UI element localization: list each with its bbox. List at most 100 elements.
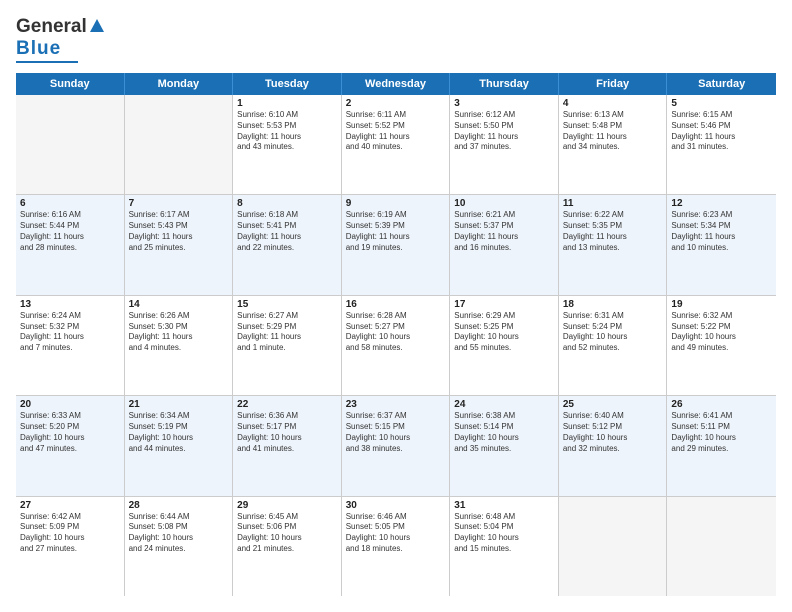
day-number: 8 bbox=[237, 198, 337, 209]
day-number: 10 bbox=[454, 198, 554, 209]
day-details: Sunrise: 6:18 AM Sunset: 5:41 PM Dayligh… bbox=[237, 210, 337, 253]
calendar-empty bbox=[16, 95, 125, 194]
day-header-saturday: Saturday bbox=[667, 73, 776, 95]
day-number: 16 bbox=[346, 299, 446, 310]
calendar-week-2: 6Sunrise: 6:16 AM Sunset: 5:44 PM Daylig… bbox=[16, 195, 776, 295]
day-details: Sunrise: 6:48 AM Sunset: 5:04 PM Dayligh… bbox=[454, 512, 554, 555]
day-details: Sunrise: 6:44 AM Sunset: 5:08 PM Dayligh… bbox=[129, 512, 229, 555]
day-number: 20 bbox=[20, 399, 120, 410]
day-details: Sunrise: 6:31 AM Sunset: 5:24 PM Dayligh… bbox=[563, 311, 663, 354]
calendar-day-19: 19Sunrise: 6:32 AM Sunset: 5:22 PM Dayli… bbox=[667, 296, 776, 395]
day-header-wednesday: Wednesday bbox=[342, 73, 451, 95]
calendar-day-16: 16Sunrise: 6:28 AM Sunset: 5:27 PM Dayli… bbox=[342, 296, 451, 395]
calendar-day-22: 22Sunrise: 6:36 AM Sunset: 5:17 PM Dayli… bbox=[233, 396, 342, 495]
day-number: 30 bbox=[346, 500, 446, 511]
calendar-day-23: 23Sunrise: 6:37 AM Sunset: 5:15 PM Dayli… bbox=[342, 396, 451, 495]
calendar-day-4: 4Sunrise: 6:13 AM Sunset: 5:48 PM Daylig… bbox=[559, 95, 668, 194]
calendar-day-8: 8Sunrise: 6:18 AM Sunset: 5:41 PM Daylig… bbox=[233, 195, 342, 294]
calendar-body: 1Sunrise: 6:10 AM Sunset: 5:53 PM Daylig… bbox=[16, 95, 776, 596]
calendar-empty bbox=[667, 497, 776, 596]
calendar-day-29: 29Sunrise: 6:45 AM Sunset: 5:06 PM Dayli… bbox=[233, 497, 342, 596]
calendar-day-30: 30Sunrise: 6:46 AM Sunset: 5:05 PM Dayli… bbox=[342, 497, 451, 596]
day-number: 6 bbox=[20, 198, 120, 209]
calendar-week-3: 13Sunrise: 6:24 AM Sunset: 5:32 PM Dayli… bbox=[16, 296, 776, 396]
calendar-week-1: 1Sunrise: 6:10 AM Sunset: 5:53 PM Daylig… bbox=[16, 95, 776, 195]
day-details: Sunrise: 6:17 AM Sunset: 5:43 PM Dayligh… bbox=[129, 210, 229, 253]
calendar-day-7: 7Sunrise: 6:17 AM Sunset: 5:43 PM Daylig… bbox=[125, 195, 234, 294]
day-details: Sunrise: 6:40 AM Sunset: 5:12 PM Dayligh… bbox=[563, 411, 663, 454]
day-details: Sunrise: 6:34 AM Sunset: 5:19 PM Dayligh… bbox=[129, 411, 229, 454]
calendar-day-13: 13Sunrise: 6:24 AM Sunset: 5:32 PM Dayli… bbox=[16, 296, 125, 395]
calendar-day-18: 18Sunrise: 6:31 AM Sunset: 5:24 PM Dayli… bbox=[559, 296, 668, 395]
day-number: 14 bbox=[129, 299, 229, 310]
day-details: Sunrise: 6:21 AM Sunset: 5:37 PM Dayligh… bbox=[454, 210, 554, 253]
calendar-day-21: 21Sunrise: 6:34 AM Sunset: 5:19 PM Dayli… bbox=[125, 396, 234, 495]
day-details: Sunrise: 6:41 AM Sunset: 5:11 PM Dayligh… bbox=[671, 411, 772, 454]
day-details: Sunrise: 6:36 AM Sunset: 5:17 PM Dayligh… bbox=[237, 411, 337, 454]
calendar-day-24: 24Sunrise: 6:38 AM Sunset: 5:14 PM Dayli… bbox=[450, 396, 559, 495]
day-header-sunday: Sunday bbox=[16, 73, 125, 95]
day-number: 19 bbox=[671, 299, 772, 310]
day-number: 23 bbox=[346, 399, 446, 410]
day-number: 1 bbox=[237, 98, 337, 109]
day-header-tuesday: Tuesday bbox=[233, 73, 342, 95]
day-details: Sunrise: 6:32 AM Sunset: 5:22 PM Dayligh… bbox=[671, 311, 772, 354]
day-number: 2 bbox=[346, 98, 446, 109]
day-number: 21 bbox=[129, 399, 229, 410]
logo-underline bbox=[16, 61, 78, 63]
calendar-day-31: 31Sunrise: 6:48 AM Sunset: 5:04 PM Dayli… bbox=[450, 497, 559, 596]
day-number: 7 bbox=[129, 198, 229, 209]
day-number: 27 bbox=[20, 500, 120, 511]
day-details: Sunrise: 6:38 AM Sunset: 5:14 PM Dayligh… bbox=[454, 411, 554, 454]
day-details: Sunrise: 6:42 AM Sunset: 5:09 PM Dayligh… bbox=[20, 512, 120, 555]
calendar-day-1: 1Sunrise: 6:10 AM Sunset: 5:53 PM Daylig… bbox=[233, 95, 342, 194]
logo-blue: Blue bbox=[16, 38, 61, 60]
day-number: 11 bbox=[563, 198, 663, 209]
day-details: Sunrise: 6:33 AM Sunset: 5:20 PM Dayligh… bbox=[20, 411, 120, 454]
day-details: Sunrise: 6:45 AM Sunset: 5:06 PM Dayligh… bbox=[237, 512, 337, 555]
day-details: Sunrise: 6:23 AM Sunset: 5:34 PM Dayligh… bbox=[671, 210, 772, 253]
logo-general: General bbox=[16, 16, 87, 38]
day-number: 13 bbox=[20, 299, 120, 310]
calendar-day-9: 9Sunrise: 6:19 AM Sunset: 5:39 PM Daylig… bbox=[342, 195, 451, 294]
day-details: Sunrise: 6:28 AM Sunset: 5:27 PM Dayligh… bbox=[346, 311, 446, 354]
calendar-empty bbox=[125, 95, 234, 194]
day-details: Sunrise: 6:11 AM Sunset: 5:52 PM Dayligh… bbox=[346, 110, 446, 153]
page: General Blue SundayMondayTuesdayWednesda… bbox=[0, 0, 792, 612]
day-details: Sunrise: 6:12 AM Sunset: 5:50 PM Dayligh… bbox=[454, 110, 554, 153]
calendar-day-28: 28Sunrise: 6:44 AM Sunset: 5:08 PM Dayli… bbox=[125, 497, 234, 596]
calendar-day-25: 25Sunrise: 6:40 AM Sunset: 5:12 PM Dayli… bbox=[559, 396, 668, 495]
calendar-week-5: 27Sunrise: 6:42 AM Sunset: 5:09 PM Dayli… bbox=[16, 497, 776, 596]
calendar-header: SundayMondayTuesdayWednesdayThursdayFrid… bbox=[16, 73, 776, 95]
calendar-day-14: 14Sunrise: 6:26 AM Sunset: 5:30 PM Dayli… bbox=[125, 296, 234, 395]
day-number: 24 bbox=[454, 399, 554, 410]
day-number: 26 bbox=[671, 399, 772, 410]
day-header-monday: Monday bbox=[125, 73, 234, 95]
day-details: Sunrise: 6:16 AM Sunset: 5:44 PM Dayligh… bbox=[20, 210, 120, 253]
day-details: Sunrise: 6:29 AM Sunset: 5:25 PM Dayligh… bbox=[454, 311, 554, 354]
day-details: Sunrise: 6:27 AM Sunset: 5:29 PM Dayligh… bbox=[237, 311, 337, 354]
calendar-day-11: 11Sunrise: 6:22 AM Sunset: 5:35 PM Dayli… bbox=[559, 195, 668, 294]
day-number: 28 bbox=[129, 500, 229, 511]
day-details: Sunrise: 6:24 AM Sunset: 5:32 PM Dayligh… bbox=[20, 311, 120, 354]
day-header-thursday: Thursday bbox=[450, 73, 559, 95]
calendar: SundayMondayTuesdayWednesdayThursdayFrid… bbox=[16, 73, 776, 596]
calendar-day-10: 10Sunrise: 6:21 AM Sunset: 5:37 PM Dayli… bbox=[450, 195, 559, 294]
day-number: 5 bbox=[671, 98, 772, 109]
day-details: Sunrise: 6:10 AM Sunset: 5:53 PM Dayligh… bbox=[237, 110, 337, 153]
day-number: 4 bbox=[563, 98, 663, 109]
day-number: 15 bbox=[237, 299, 337, 310]
calendar-empty bbox=[559, 497, 668, 596]
calendar-day-27: 27Sunrise: 6:42 AM Sunset: 5:09 PM Dayli… bbox=[16, 497, 125, 596]
day-number: 31 bbox=[454, 500, 554, 511]
day-number: 22 bbox=[237, 399, 337, 410]
calendar-day-20: 20Sunrise: 6:33 AM Sunset: 5:20 PM Dayli… bbox=[16, 396, 125, 495]
day-details: Sunrise: 6:15 AM Sunset: 5:46 PM Dayligh… bbox=[671, 110, 772, 153]
day-number: 29 bbox=[237, 500, 337, 511]
calendar-day-26: 26Sunrise: 6:41 AM Sunset: 5:11 PM Dayli… bbox=[667, 396, 776, 495]
calendar-day-17: 17Sunrise: 6:29 AM Sunset: 5:25 PM Dayli… bbox=[450, 296, 559, 395]
logo: General Blue bbox=[16, 16, 104, 63]
day-number: 18 bbox=[563, 299, 663, 310]
calendar-day-15: 15Sunrise: 6:27 AM Sunset: 5:29 PM Dayli… bbox=[233, 296, 342, 395]
logo-triangle-icon bbox=[90, 19, 104, 32]
